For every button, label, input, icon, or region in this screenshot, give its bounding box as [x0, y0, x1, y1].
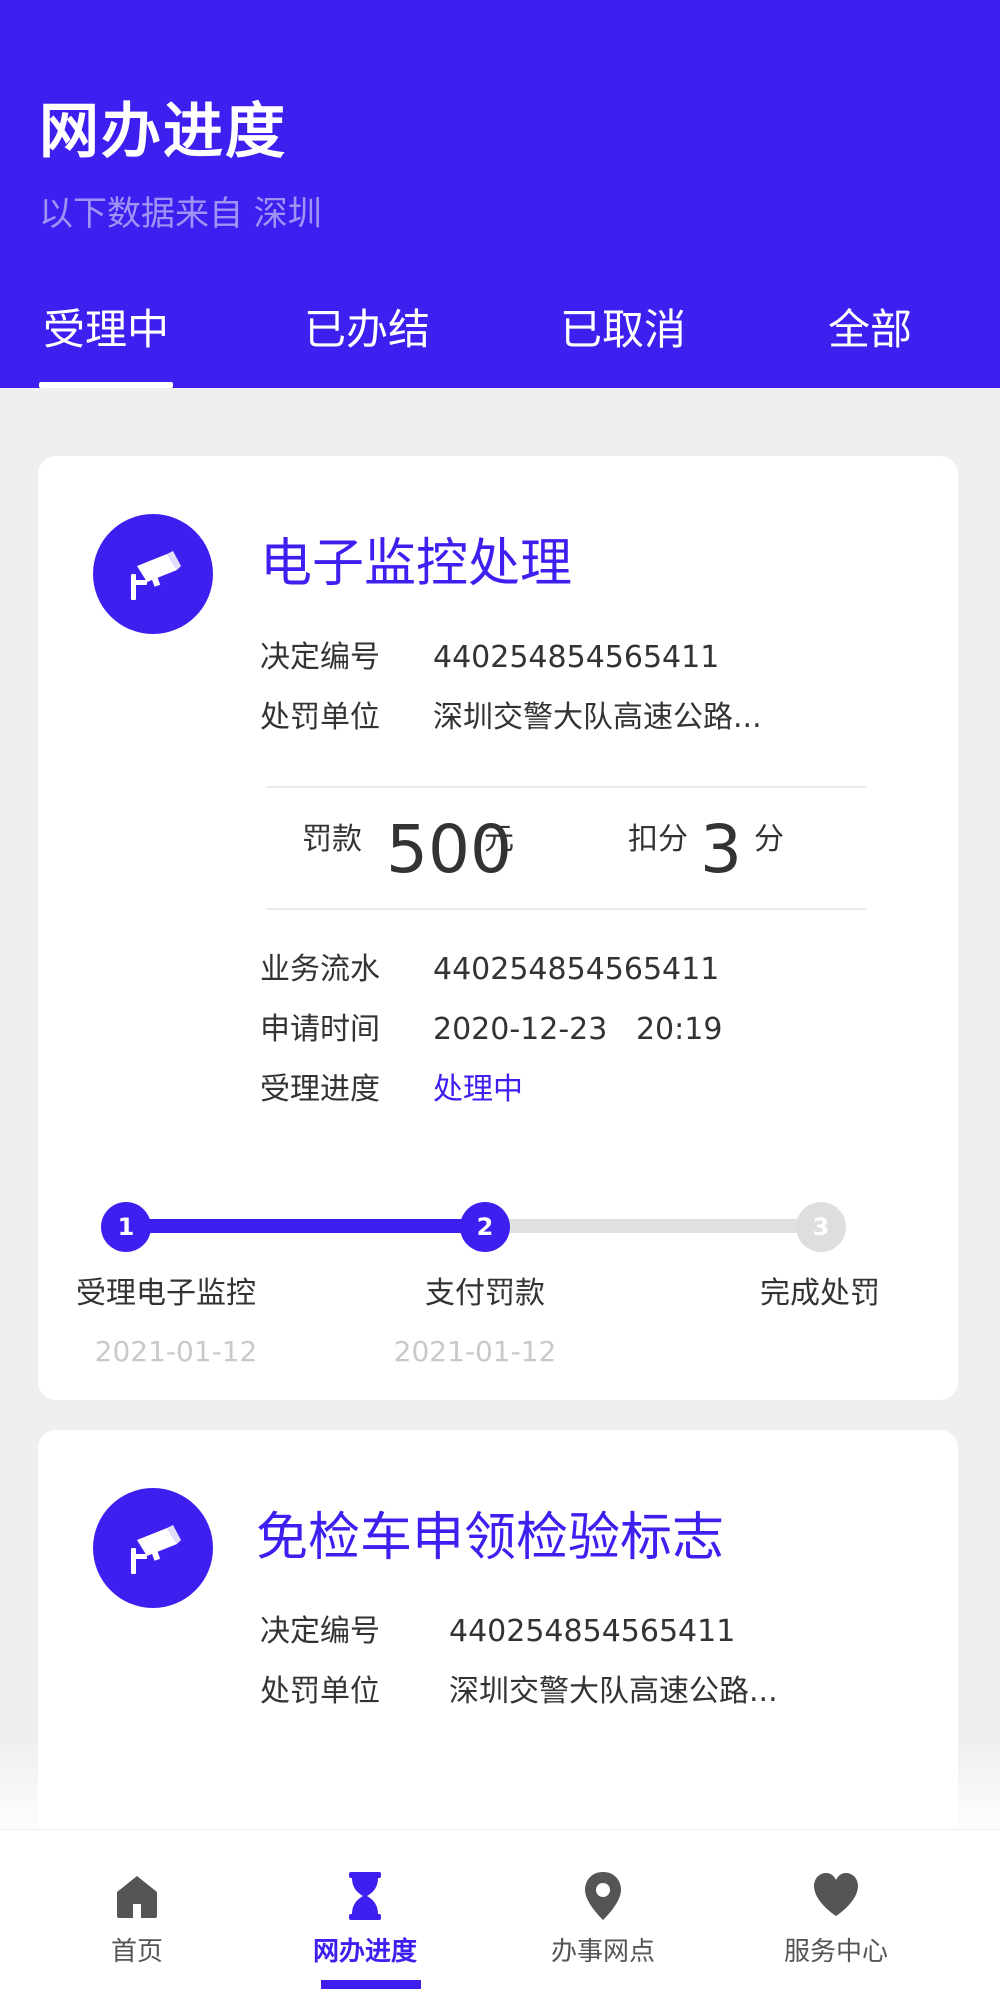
cctv-camera-icon	[93, 1488, 213, 1608]
nav-home[interactable]: 首页	[37, 1830, 237, 1989]
points-unit: 分	[754, 822, 784, 857]
step-date: 2021-01-12	[393, 1335, 557, 1368]
fine-points-summary: 罚款 500 元 扣分 3 分	[266, 808, 866, 898]
card-title: 免检车申领检验标志	[256, 1508, 725, 1568]
field-label: 决定编号	[260, 640, 380, 675]
status-tabs: 受理中 已办结 已取消 全部	[0, 298, 1000, 388]
progress-track-pending	[470, 1219, 830, 1233]
fine-unit: 元	[484, 822, 514, 857]
fine-label: 罚款	[302, 822, 362, 857]
step-node-2: 2	[460, 1202, 510, 1252]
nav-label: 首页	[110, 1937, 163, 1967]
field-label: 处罚单位	[260, 700, 380, 735]
tab-processing[interactable]: 受理中	[39, 298, 173, 388]
decision-number-value: 440254854565411	[433, 640, 720, 675]
tab-label: 已办结	[303, 305, 430, 354]
step-node-1: 1	[101, 1202, 151, 1252]
field-label: 处罚单位	[260, 1674, 380, 1709]
page-title: 网办进度	[39, 97, 287, 167]
nav-label: 服务中心	[783, 1937, 888, 1967]
home-icon	[117, 1876, 157, 1918]
tab-label: 已取消	[559, 305, 686, 354]
nav-label: 办事网点	[550, 1937, 655, 1967]
divider	[266, 908, 866, 910]
step-label: 完成处罚	[760, 1276, 880, 1311]
active-tab-indicator	[39, 382, 173, 388]
penalty-unit-value: 深圳交警大队高速公路...	[449, 1674, 778, 1709]
scroll-fade	[0, 1740, 1000, 1830]
nav-service-center[interactable]: 服务中心	[736, 1830, 936, 1989]
tab-cancelled[interactable]: 已取消	[556, 298, 690, 388]
apply-time-value: 2020-12-23 20:19	[433, 1012, 723, 1047]
points-value: 3	[700, 811, 742, 888]
nav-progress[interactable]: 网办进度	[265, 1830, 465, 1989]
data-source-subtitle: 以下数据来自 深圳	[39, 194, 322, 234]
tab-label: 受理中	[42, 305, 169, 354]
application-card[interactable]: 电子监控处理 决定编号 440254854565411 处罚单位 深圳交警大队高…	[38, 456, 958, 1400]
step-label: 受理电子监控	[76, 1276, 256, 1311]
tab-label: 全部	[827, 305, 912, 354]
nav-label: 网办进度	[312, 1937, 417, 1967]
tab-all[interactable]: 全部	[822, 298, 918, 388]
field-label: 决定编号	[260, 1614, 380, 1649]
points-label: 扣分	[628, 822, 688, 857]
field-label: 受理进度	[260, 1072, 380, 1107]
step-node-3: 3	[796, 1202, 846, 1252]
field-label: 申请时间	[260, 1012, 380, 1047]
status-value: 处理中	[433, 1072, 523, 1107]
decision-number-value: 440254854565411	[449, 1614, 736, 1649]
penalty-unit-value: 深圳交警大队高速公路...	[433, 700, 762, 735]
serial-number-value: 440254854565411	[433, 952, 720, 987]
cctv-camera-icon	[93, 514, 213, 634]
nav-service-points[interactable]: 办事网点	[503, 1830, 703, 1989]
progress-stepper: 1 2 3 受理电子监控 支付罚款 完成处罚 2021-01-12 2021-0…	[38, 1176, 958, 1376]
page-header: 网办进度 以下数据来自 深圳 受理中 已办结 已取消 全部	[0, 0, 1000, 388]
divider	[266, 786, 866, 788]
active-nav-indicator	[321, 1980, 421, 1989]
hourglass-icon	[349, 1872, 381, 1920]
card-title: 电子监控处理	[260, 534, 573, 594]
heart-icon	[814, 1873, 858, 1916]
tab-completed[interactable]: 已办结	[300, 298, 434, 388]
progress-track-completed	[126, 1219, 470, 1233]
step-date: 2021-01-12	[94, 1335, 258, 1368]
field-label: 业务流水	[260, 952, 380, 987]
location-pin-icon	[585, 1872, 621, 1920]
bottom-navigation: 首页 网办进度 办事网点 服务中心	[0, 1829, 1000, 1989]
step-label: 支付罚款	[425, 1276, 545, 1311]
